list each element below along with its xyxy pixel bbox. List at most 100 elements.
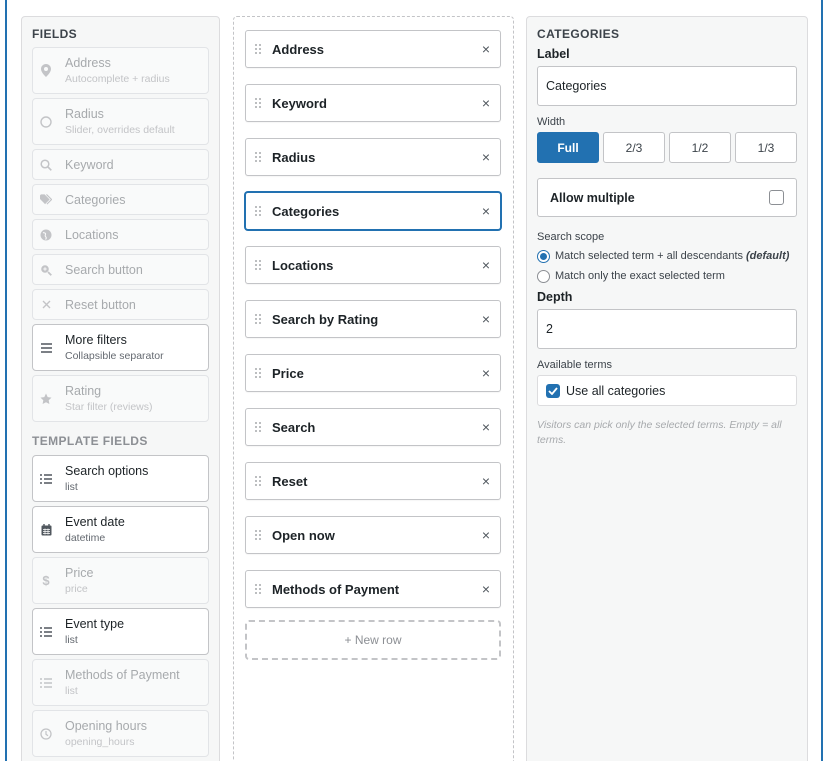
drag-handle-icon[interactable]: [255, 368, 263, 378]
fields-title: FIELDS: [32, 27, 78, 41]
field-search-button[interactable]: Search button: [32, 254, 209, 285]
width-option-one-third[interactable]: 1/3: [735, 132, 797, 163]
remove-row-button[interactable]: ×: [480, 365, 492, 381]
field-keyword[interactable]: Keyword: [32, 149, 209, 180]
width-option-full[interactable]: Full: [537, 132, 599, 163]
field-sublabel: opening_hours: [65, 735, 135, 748]
form-row-methods-of-payment[interactable]: Methods of Payment ×: [245, 570, 501, 608]
drag-handle-icon[interactable]: [255, 206, 263, 216]
fields-panel: FIELDS Address Autocomplete + radius Radi…: [21, 16, 220, 761]
field-reset-button[interactable]: Reset button: [32, 289, 209, 320]
new-row-button[interactable]: + New row: [245, 620, 501, 660]
form-row-locations[interactable]: Locations ×: [245, 246, 501, 284]
globe-icon: [40, 228, 52, 242]
form-row-reset[interactable]: Reset ×: [245, 462, 501, 500]
available-terms-label: Available terms: [537, 359, 612, 371]
radio-button[interactable]: [537, 249, 550, 263]
field-search-options[interactable]: Search options list: [32, 455, 209, 502]
width-selector: Full 2/3 1/2 1/3: [537, 132, 797, 163]
form-row-keyword[interactable]: Keyword ×: [245, 84, 501, 122]
search-scope-label: Search scope: [537, 231, 605, 243]
row-label: Open now: [272, 527, 335, 543]
search-icon: [40, 158, 52, 172]
width-option-half[interactable]: 1/2: [669, 132, 731, 163]
remove-row-button[interactable]: ×: [480, 419, 492, 435]
radio-button[interactable]: [537, 269, 550, 283]
field-label: Rating: [65, 383, 102, 398]
field-address[interactable]: Address Autocomplete + radius: [32, 47, 209, 94]
form-row-search-by-rating[interactable]: Search by Rating ×: [245, 300, 501, 338]
field-event-type[interactable]: Event type list: [32, 608, 209, 655]
depth-input[interactable]: 2: [537, 309, 797, 349]
drag-handle-icon[interactable]: [255, 476, 263, 486]
circle-icon: [40, 115, 52, 129]
row-label: Methods of Payment: [272, 581, 400, 597]
use-all-checkbox[interactable]: [546, 383, 560, 398]
menu-icon: [40, 341, 52, 355]
drag-handle-icon[interactable]: [255, 152, 263, 162]
drag-handle-icon[interactable]: [255, 314, 263, 324]
remove-row-button[interactable]: ×: [480, 41, 492, 57]
field-price[interactable]: $ Price price: [32, 557, 209, 604]
zoom-icon: [40, 263, 52, 277]
use-all-categories-row[interactable]: Use all categories: [537, 375, 797, 406]
row-label: Categories: [272, 203, 340, 219]
form-row-search[interactable]: Search ×: [245, 408, 501, 446]
width-option-two-thirds[interactable]: 2/3: [603, 132, 665, 163]
drag-handle-icon[interactable]: [255, 584, 263, 594]
drag-handle-icon[interactable]: [255, 260, 263, 270]
remove-row-button[interactable]: ×: [480, 203, 492, 219]
field-label: Search button: [65, 262, 143, 277]
form-row-categories[interactable]: Categories ×: [245, 192, 501, 230]
remove-row-button[interactable]: ×: [480, 95, 492, 111]
scope-option-descendants[interactable]: Match selected term + all descendants (d…: [537, 246, 797, 266]
row-label: Reset: [272, 473, 308, 489]
field-sublabel: Slider, overrides default: [65, 123, 175, 136]
field-label: Price: [65, 565, 94, 580]
list-icon: [40, 625, 52, 639]
row-label: Search by Rating: [272, 311, 379, 327]
field-more-filters[interactable]: More filters Collapsible separator: [32, 324, 209, 371]
remove-row-button[interactable]: ×: [480, 257, 492, 273]
remove-row-button[interactable]: ×: [480, 311, 492, 327]
field-categories[interactable]: Categories: [32, 184, 209, 215]
drag-handle-icon[interactable]: [255, 44, 263, 54]
drag-handle-icon[interactable]: [255, 422, 263, 432]
field-event-date[interactable]: Event date datetime: [32, 506, 209, 553]
label-input[interactable]: Categories: [537, 66, 797, 106]
scope-option-exact[interactable]: Match only the exact selected term: [537, 266, 797, 286]
drag-handle-icon[interactable]: [255, 530, 263, 540]
default-tag: (default): [746, 250, 790, 262]
field-rating[interactable]: Rating Star filter (reviews): [32, 375, 209, 422]
settings-panel: CATEGORIES Label Categories Width Full 2…: [526, 16, 808, 761]
field-sublabel: list: [65, 684, 78, 697]
allow-multiple-checkbox[interactable]: [769, 190, 784, 205]
form-row-radius[interactable]: Radius ×: [245, 138, 501, 176]
remove-row-button[interactable]: ×: [480, 581, 492, 597]
field-sublabel: Autocomplete + radius: [65, 72, 170, 85]
calendar-icon: [40, 523, 52, 537]
form-row-open-now[interactable]: Open now ×: [245, 516, 501, 554]
form-row-price[interactable]: Price ×: [245, 354, 501, 392]
remove-row-button[interactable]: ×: [480, 473, 492, 489]
scope-option-label: Match selected term + all descendants: [555, 250, 744, 262]
field-sublabel: price: [65, 582, 88, 595]
remove-row-button[interactable]: ×: [480, 527, 492, 543]
field-label: Event date: [65, 514, 125, 529]
map-pin-icon: [40, 64, 52, 78]
allow-multiple-row[interactable]: Allow multiple: [537, 178, 797, 217]
list-icon: [40, 472, 52, 486]
star-icon: [40, 392, 52, 406]
field-radius[interactable]: Radius Slider, overrides default: [32, 98, 209, 145]
row-label: Price: [272, 365, 304, 381]
use-all-label: Use all categories: [566, 383, 666, 398]
field-label: Opening hours: [65, 718, 148, 733]
row-label: Search: [272, 419, 316, 435]
field-label: Categories: [65, 192, 126, 207]
remove-row-button[interactable]: ×: [480, 149, 492, 165]
drag-handle-icon[interactable]: [255, 98, 263, 108]
form-row-address[interactable]: Address ×: [245, 30, 501, 68]
field-methods-of-payment[interactable]: Methods of Payment list: [32, 659, 209, 706]
field-locations[interactable]: Locations: [32, 219, 209, 250]
field-opening-hours[interactable]: Opening hours opening_hours: [32, 710, 209, 757]
